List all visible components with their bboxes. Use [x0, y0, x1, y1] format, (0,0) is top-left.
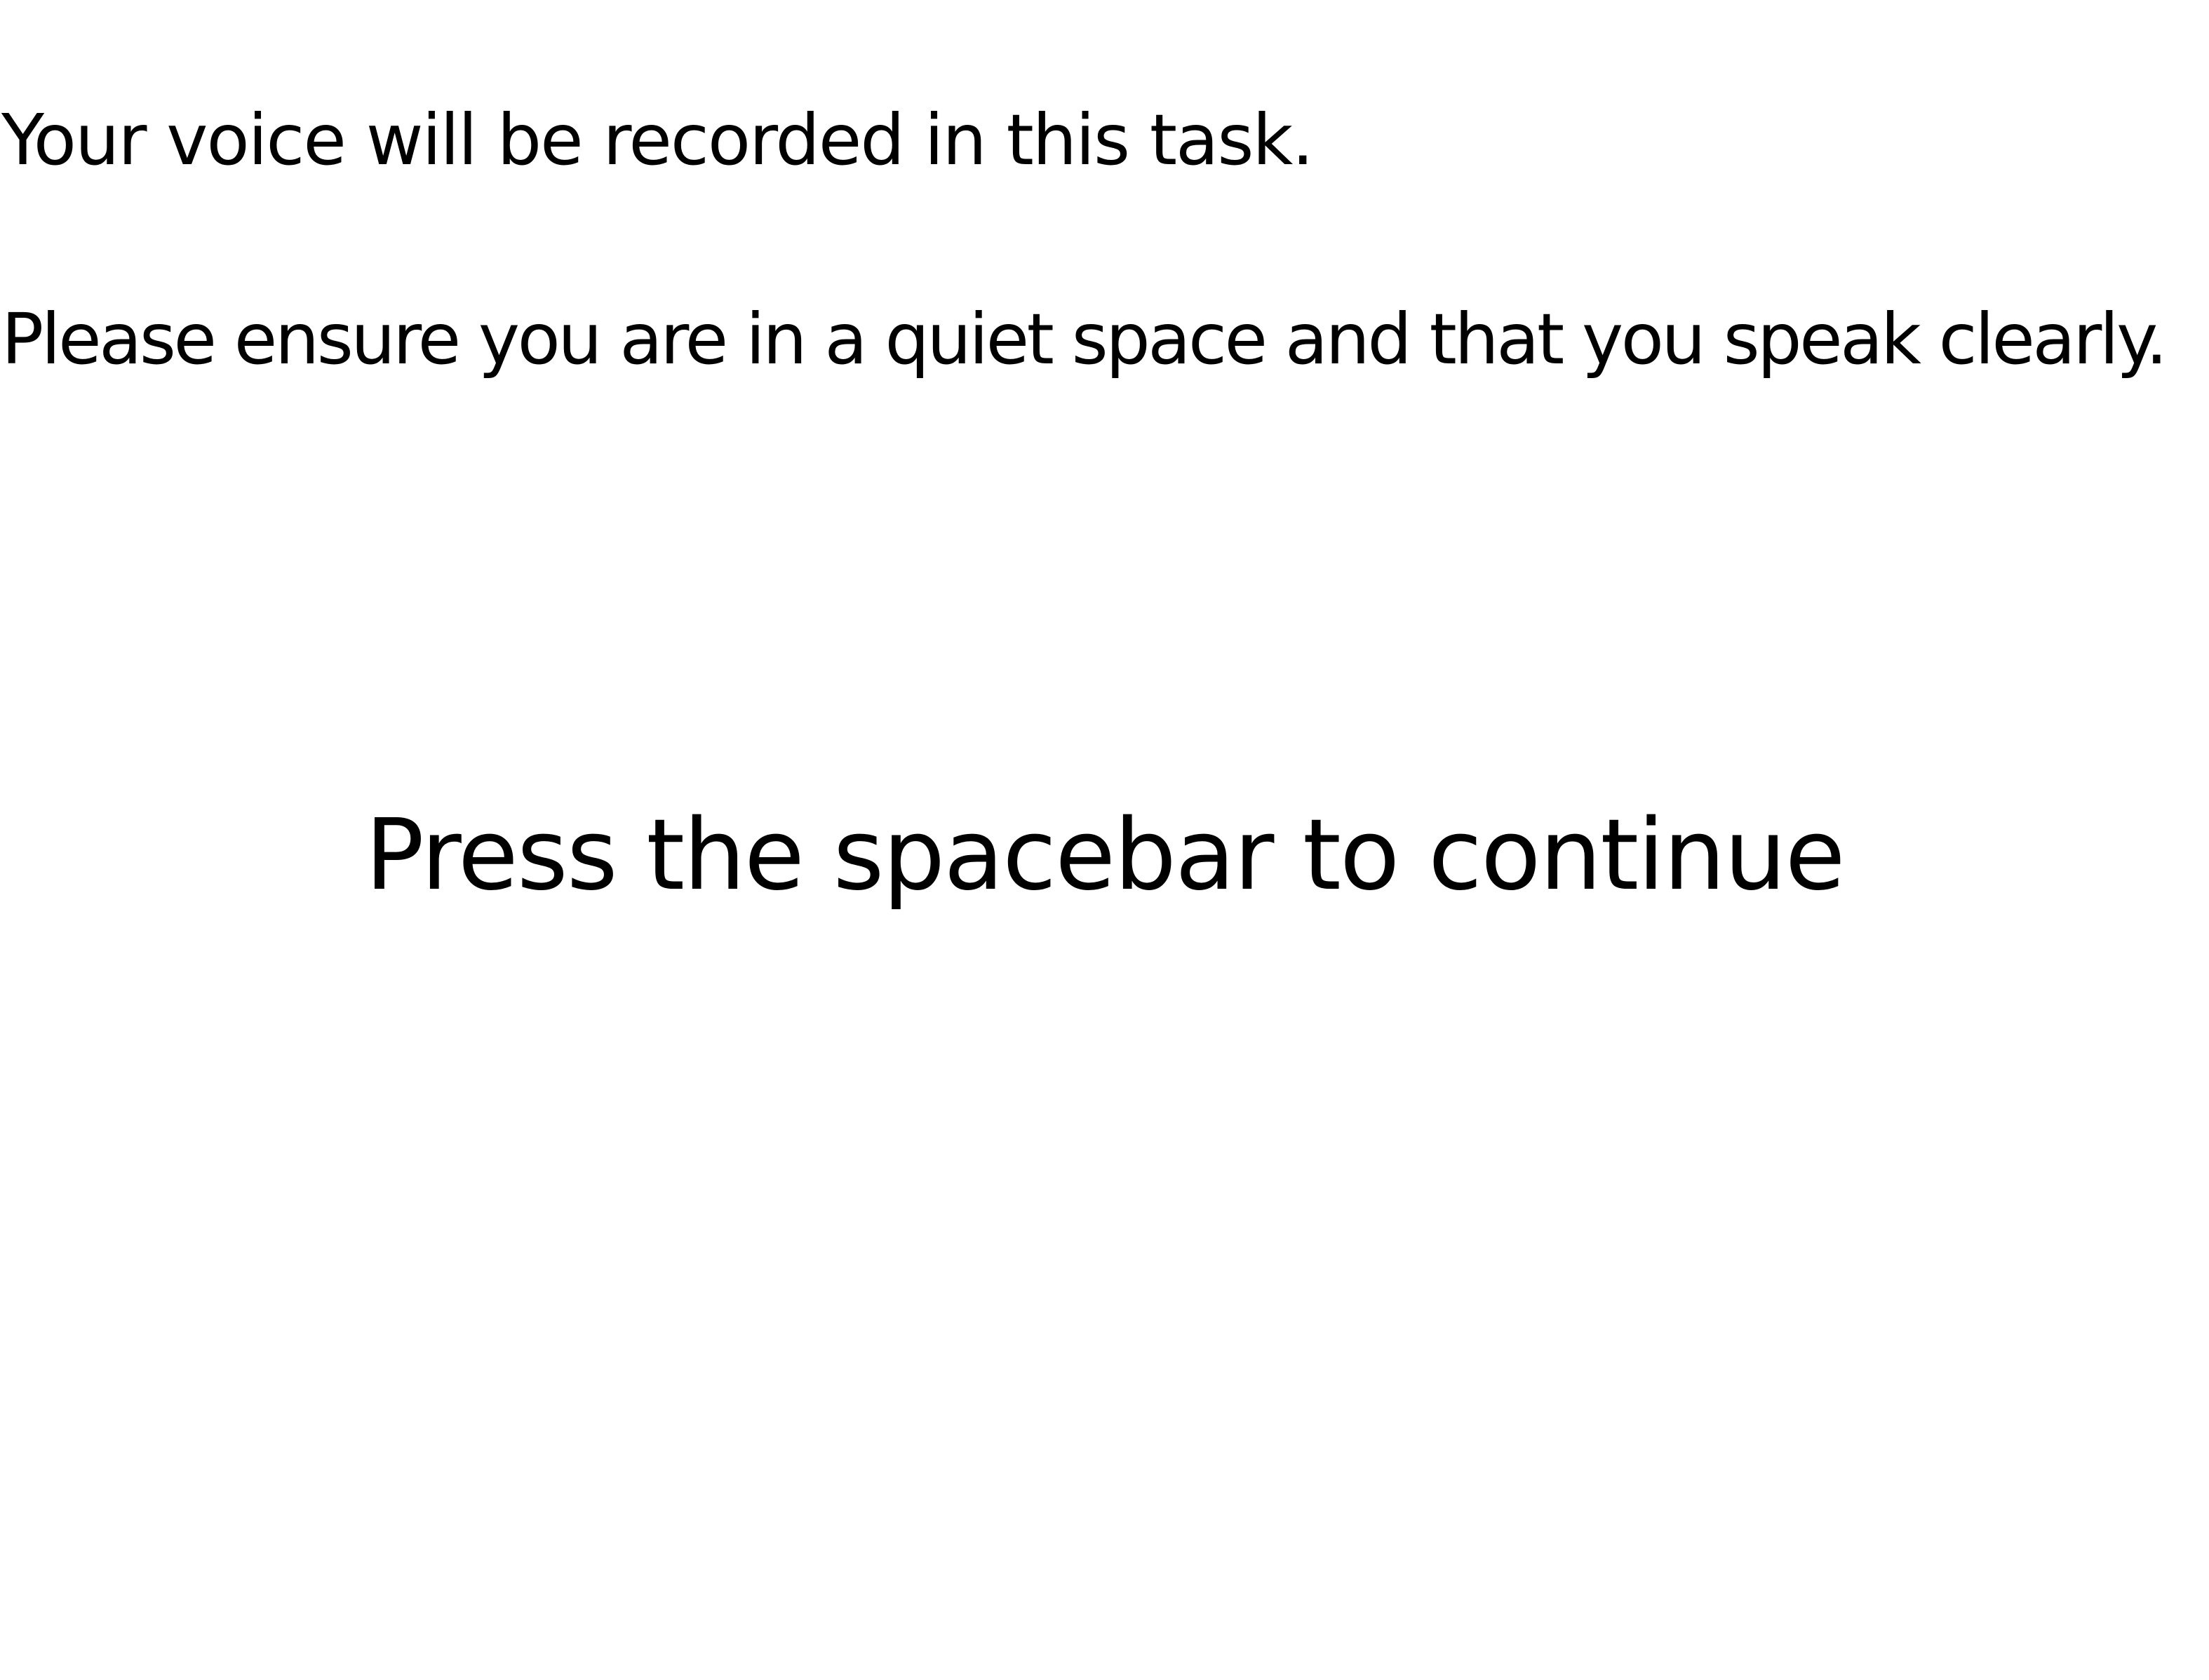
continue-prompt-text: Press the spacebar to continue	[365, 798, 1845, 913]
instruction-screen: Your voice will be recorded in this task…	[0, 0, 2209, 1680]
recording-notice-text: Your voice will be recorded in this task…	[1, 99, 1314, 181]
environment-notice-text: Please ensure you are in a quiet space a…	[1, 298, 2168, 380]
